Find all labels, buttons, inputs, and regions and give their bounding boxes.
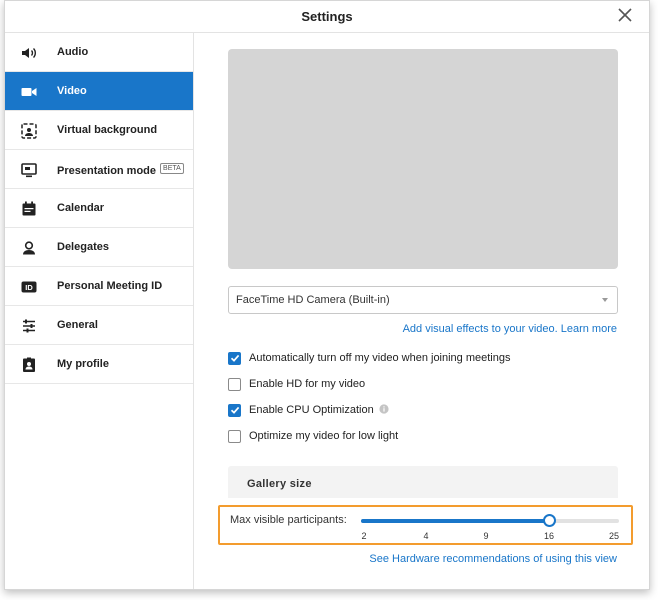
sidebar-item-presentation-mode[interactable]: Presentation mode BETA	[5, 150, 193, 189]
calendar-icon	[20, 200, 38, 218]
close-button[interactable]	[615, 5, 635, 25]
chevron-down-icon	[602, 298, 608, 302]
speaker-icon	[20, 44, 38, 62]
low-light-checkbox[interactable]	[228, 429, 241, 443]
beta-badge: BETA	[160, 163, 184, 174]
sidebar-item-delegates[interactable]: Delegates	[5, 228, 193, 267]
svg-text:ID: ID	[25, 283, 33, 292]
profile-card-icon	[20, 356, 38, 374]
settings-window: Settings Audio Video Virtual background	[4, 0, 650, 590]
option-label: Optimize my video for low light	[249, 430, 399, 442]
slider-fill	[361, 519, 549, 523]
sidebar-item-my-profile[interactable]: My profile	[5, 345, 193, 384]
sidebar-item-label: My profile	[57, 358, 109, 370]
info-icon[interactable]	[379, 401, 389, 419]
sidebar-item-label: Virtual background	[57, 124, 158, 136]
gallery-size-panel: Gallery size	[228, 466, 618, 498]
participants-slider[interactable]	[361, 514, 619, 527]
id-badge-icon: ID	[20, 278, 38, 296]
sidebar-item-personal-meeting-id[interactable]: ID Personal Meeting ID	[5, 267, 193, 306]
sidebar-item-label: Calendar	[57, 202, 105, 214]
slider-tick-label: 4	[423, 531, 429, 541]
max-participants-label: Max visible participants:	[230, 514, 347, 526]
sidebar-item-label: Presentation mode BETA	[57, 163, 184, 177]
settings-sidebar: Audio Video Virtual background Presentat…	[5, 33, 194, 589]
sidebar-item-label: Personal Meeting ID	[57, 280, 163, 292]
close-icon	[618, 8, 632, 22]
slider-thumb[interactable]	[543, 514, 556, 527]
sidebar-item-virtual-background[interactable]: Virtual background	[5, 111, 193, 150]
virtual-background-icon	[20, 122, 38, 140]
camera-select[interactable]: FaceTime HD Camera (Built-in)	[228, 286, 618, 314]
sidebar-item-audio[interactable]: Audio	[5, 33, 193, 72]
sidebar-item-label: Audio	[57, 46, 89, 58]
video-camera-icon	[20, 83, 38, 101]
visual-effects-link[interactable]: Add visual effects to your video. Learn …	[403, 323, 617, 335]
option-label: Enable HD for my video	[249, 378, 366, 390]
hardware-recommendations-link[interactable]: See Hardware recommendations of using th…	[369, 553, 617, 565]
video-settings-panel: FaceTime HD Camera (Built-in) Add visual…	[195, 33, 649, 589]
video-preview	[228, 49, 618, 269]
presentation-icon	[20, 161, 38, 179]
sidebar-item-label: Video	[57, 85, 87, 97]
gallery-size-title: Gallery size	[247, 478, 312, 490]
option-label: Enable CPU Optimization	[249, 404, 374, 416]
option-label: Automatically turn off my video when joi…	[249, 352, 511, 364]
sidebar-item-general[interactable]: General	[5, 306, 193, 345]
camera-select-value: FaceTime HD Camera (Built-in)	[236, 294, 390, 306]
window-title: Settings	[301, 9, 353, 24]
title-bar: Settings	[5, 1, 649, 33]
checkmark-icon	[230, 406, 239, 414]
slider-tick-label: 9	[483, 531, 489, 541]
option-low-light: Optimize my video for low light	[228, 428, 398, 444]
sidebar-item-label: Delegates	[57, 241, 109, 253]
option-auto-turn-off-video: Automatically turn off my video when joi…	[228, 350, 511, 366]
sidebar-item-label: General	[57, 319, 98, 331]
sliders-icon	[20, 317, 38, 335]
slider-tick-label: 2	[361, 531, 367, 541]
sidebar-item-calendar[interactable]: Calendar	[5, 189, 193, 228]
enable-hd-checkbox[interactable]	[228, 377, 241, 391]
option-cpu-optimization: Enable CPU Optimization	[228, 402, 389, 418]
slider-tick-label: 25	[608, 531, 620, 541]
checkmark-icon	[230, 354, 239, 362]
slider-tick-label: 16	[543, 531, 555, 541]
cpu-optimization-checkbox[interactable]	[228, 403, 241, 417]
auto-turn-off-video-checkbox[interactable]	[228, 351, 241, 365]
sidebar-item-video[interactable]: Video	[5, 72, 193, 111]
option-enable-hd: Enable HD for my video	[228, 376, 365, 392]
delegate-user-icon	[20, 239, 38, 257]
